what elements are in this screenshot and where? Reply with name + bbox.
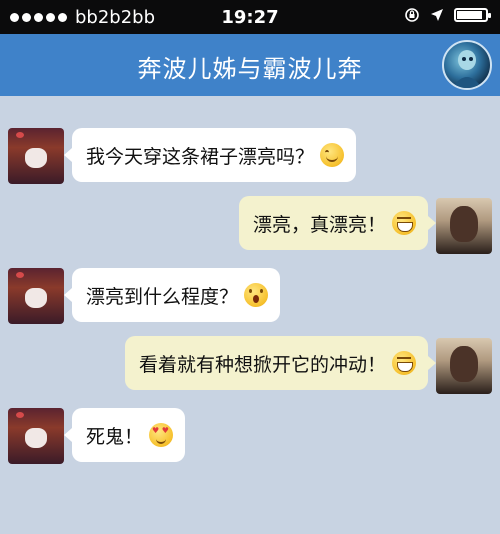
avatar-figure-icon — [452, 50, 482, 88]
message-bubble[interactable]: 我今天穿这条裙子漂亮吗？ — [63, 128, 357, 182]
sender-avatar-girl[interactable] — [8, 268, 64, 324]
battery-icon — [454, 8, 491, 22]
carrier-name: bb2b2bb — [75, 6, 156, 28]
orientation-lock-icon — [405, 8, 419, 22]
sender-avatar-man[interactable] — [436, 198, 492, 254]
message-text: 我今天穿这条裙子漂亮吗？ — [86, 145, 315, 168]
message-bubble[interactable]: 漂亮，真漂亮！ — [238, 196, 437, 250]
message-text: 看着就有种想掀开它的冲动！ — [138, 353, 386, 376]
message-bubble[interactable]: 死鬼！ — [63, 408, 186, 462]
grin-emoji-icon — [392, 211, 416, 235]
sender-avatar-man[interactable] — [436, 338, 492, 394]
love-eyes-emoji-icon — [149, 423, 174, 447]
status-bar: bb2b2bb 19:27 — [0, 0, 500, 34]
chat-title: 奔波儿姊与霸波儿奔 — [137, 55, 363, 83]
message-bubble[interactable]: 看着就有种想掀开它的冲动！ — [124, 336, 437, 390]
surprised-emoji-icon — [244, 283, 269, 307]
signal-strength-icon — [10, 12, 67, 22]
smile-emoji-icon — [320, 143, 345, 167]
contact-avatar[interactable] — [442, 40, 492, 90]
message-text: 漂亮，真漂亮！ — [252, 213, 386, 236]
sender-avatar-girl[interactable] — [8, 128, 64, 184]
chat-header: 奔波儿姊与霸波儿奔 — [0, 34, 500, 96]
message-text: 漂亮到什么程度？ — [86, 285, 239, 308]
message-text: 死鬼！ — [86, 425, 144, 448]
message-bubble[interactable]: 漂亮到什么程度？ — [63, 268, 281, 322]
sender-avatar-girl[interactable] — [8, 408, 64, 464]
grin-emoji-icon — [392, 351, 416, 375]
location-arrow-icon — [431, 9, 443, 21]
